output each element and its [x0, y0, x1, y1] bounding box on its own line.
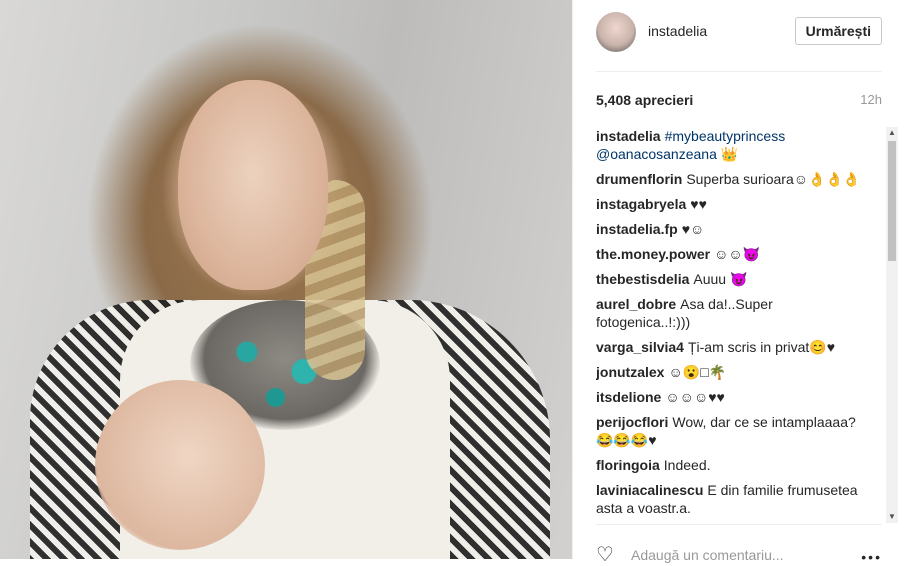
comment-user[interactable]: jonutzalex: [596, 364, 664, 380]
comment-text: ☺😮□🌴: [668, 364, 727, 380]
comment-text: ☺☺☺♥♥: [665, 389, 725, 405]
chevron-down-icon[interactable]: ▼: [886, 511, 898, 523]
comment-user[interactable]: instagabryela: [596, 196, 686, 212]
comment-user[interactable]: the.money.power: [596, 246, 710, 262]
list-item: floringoia Indeed.: [596, 456, 868, 474]
post-time[interactable]: 12h: [860, 92, 882, 107]
comment-user[interactable]: drumenflorin: [596, 171, 682, 187]
comment-user[interactable]: thebestisdelia: [596, 271, 689, 287]
list-item: drumenflorin Superba surioara☺👌👌👌: [596, 170, 868, 188]
list-item: instagabryela ♥♥: [596, 195, 868, 213]
comment-input[interactable]: [631, 547, 851, 563]
comment-user[interactable]: floringoia: [596, 457, 660, 473]
post-header: instadelia Urmărești: [596, 0, 882, 72]
list-item: varga_silvia4 Ți-am scris in privat😊♥: [596, 338, 868, 356]
comment-user[interactable]: laviniacalinescu: [596, 482, 703, 498]
photo-face: [178, 80, 328, 290]
comment-text: ☺☺😈: [714, 246, 761, 262]
avatar[interactable]: [596, 12, 636, 52]
list-item: perijocflori Wow, dar ce se intamplaaaa? …: [596, 413, 868, 449]
photo-hand: [95, 380, 265, 550]
list-item: itsdelione ☺☺☺♥♥: [596, 388, 868, 406]
list-item: laviniacalinescu E din familie frumusetea…: [596, 481, 868, 517]
post-sidebar: instadelia Urmărești 5,408 aprecieri 12h…: [572, 0, 904, 565]
comment-text: Ți-am scris in privat😊♥: [687, 339, 836, 355]
list-item: thebestisdelia Auuu 😈: [596, 270, 868, 288]
chevron-up-icon[interactable]: ▲: [886, 127, 898, 139]
list-item: instadelia #mybeautyprincess @oanacosanze…: [596, 127, 868, 163]
list-item: aurel_dobre Asa da!..Super fotogenica..!:…: [596, 295, 868, 331]
scrollbar-thumb[interactable]: [888, 141, 896, 261]
comment-user[interactable]: aurel_dobre: [596, 296, 676, 312]
comment-text: ♥☺: [681, 221, 705, 237]
more-options-button[interactable]: •••: [861, 549, 882, 565]
comment-user[interactable]: instadelia.fp: [596, 221, 678, 237]
follow-button[interactable]: Urmărești: [794, 17, 882, 45]
comment-bar: ♡ •••: [596, 524, 882, 565]
username-link[interactable]: instadelia: [648, 23, 707, 39]
comment-text: Auuu 😈: [693, 271, 748, 287]
comment-user[interactable]: itsdelione: [596, 389, 661, 405]
list-item: instadelia.fp ♥☺: [596, 220, 868, 238]
comment-text: Superba surioara☺👌👌👌: [686, 171, 861, 187]
likes-count[interactable]: 5,408 aprecieri: [596, 92, 693, 108]
comment-user[interactable]: instadelia: [596, 128, 661, 144]
comment-text: ♥♥: [690, 196, 707, 212]
comments-list: instadelia #mybeautyprincess @oanacosanze…: [596, 127, 868, 521]
list-item: jonutzalex ☺😮□🌴: [596, 363, 868, 381]
post-photo[interactable]: [0, 0, 572, 559]
comment-user[interactable]: varga_silvia4: [596, 339, 684, 355]
comment-text: Indeed.: [663, 457, 711, 473]
comment-user[interactable]: perijocflori: [596, 414, 668, 430]
list-item: the.money.power ☺☺😈: [596, 245, 868, 263]
heart-icon[interactable]: ♡: [596, 545, 614, 565]
comments-scrollbar[interactable]: ▲ ▼: [886, 127, 898, 523]
